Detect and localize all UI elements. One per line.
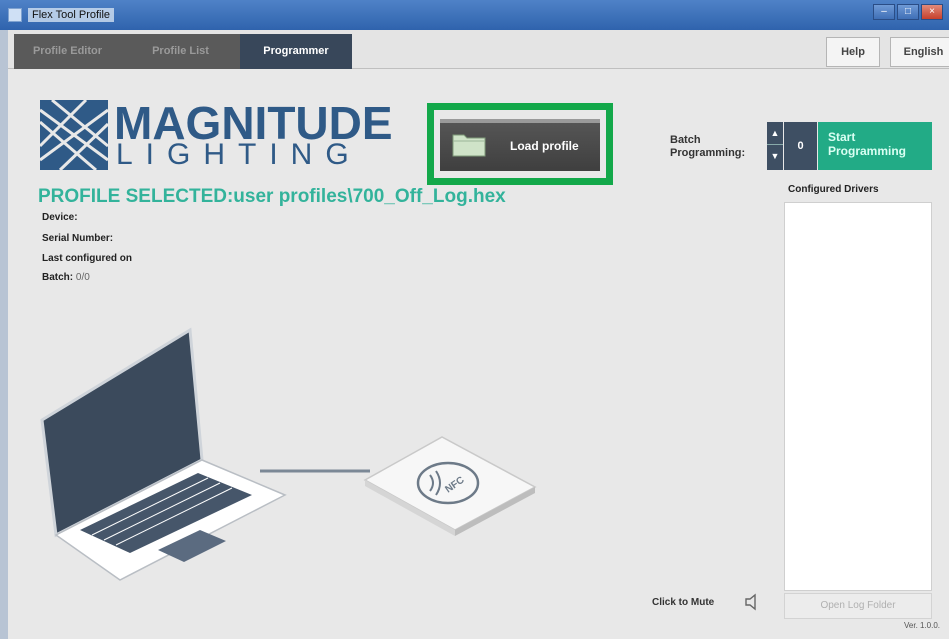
laptop-nfc-illustration: NFC (40, 327, 537, 581)
batch-label-line2: Programming: (670, 147, 746, 159)
laptop-icon (40, 327, 287, 581)
profile-selected-text: PROFILE SELECTED:user profiles\700_Off_L… (38, 186, 506, 207)
speaker-icon[interactable] (742, 592, 762, 612)
batch-info-value: 0/0 (75, 272, 90, 283)
stepper-up-icon[interactable]: ▲ (767, 122, 783, 144)
tab-programmer[interactable]: Programmer (240, 34, 352, 69)
last-configured-label: Last configured on (42, 253, 132, 264)
magnitude-lighting-logo: MAGNITUDE LIGHTING (38, 97, 393, 172)
serial-number-label: Serial Number: (42, 233, 114, 244)
logo-text-lighting: LIGHTING (116, 138, 362, 171)
logo-mark-icon (38, 98, 110, 172)
device-label: Device: (42, 212, 78, 223)
tab-bar: Profile Editor Profile List Programmer H… (8, 30, 949, 69)
batch-info-label: Batch: (42, 272, 74, 283)
nfc-pad-icon: NFC (363, 436, 537, 536)
open-log-folder-button[interactable]: Open Log Folder (784, 593, 932, 619)
start-programming-button[interactable]: Start Programming (818, 122, 932, 170)
load-profile-button[interactable]: Load profile (440, 119, 600, 171)
stepper-down-icon[interactable]: ▼ (767, 144, 783, 166)
window-title: Flex Tool Profile (28, 8, 115, 22)
click-to-mute-label[interactable]: Click to Mute (652, 597, 714, 608)
app-icon (8, 8, 22, 22)
maximize-button[interactable]: □ (897, 4, 919, 20)
window-border (0, 30, 8, 639)
batch-programming-label: Batch Programming: (670, 134, 745, 160)
batch-count-value: 0 (784, 122, 817, 170)
configured-drivers-title: Configured Drivers (788, 184, 879, 195)
configured-drivers-list[interactable] (784, 202, 932, 591)
language-button[interactable]: English (890, 37, 949, 67)
batch-label-line1: Batch (670, 134, 701, 146)
version-label: Ver. 1.0.0. (904, 621, 941, 630)
minimize-button[interactable]: – (873, 4, 895, 20)
help-button[interactable]: Help (826, 37, 880, 67)
folder-icon (452, 134, 486, 157)
batch-info: Batch: 0/0 (42, 272, 90, 283)
batch-stepper[interactable]: ▲ ▼ (767, 122, 783, 170)
tab-profile-list[interactable]: Profile List (121, 34, 240, 69)
title-bar: Flex Tool Profile – □ × (0, 0, 949, 30)
load-profile-label: Load profile (510, 139, 579, 153)
close-button[interactable]: × (921, 4, 943, 20)
tab-profile-editor[interactable]: Profile Editor (14, 34, 121, 69)
window-controls: – □ × (873, 4, 943, 20)
start-label-line1: Start (828, 130, 856, 144)
start-label-line2: Programming (828, 144, 907, 158)
